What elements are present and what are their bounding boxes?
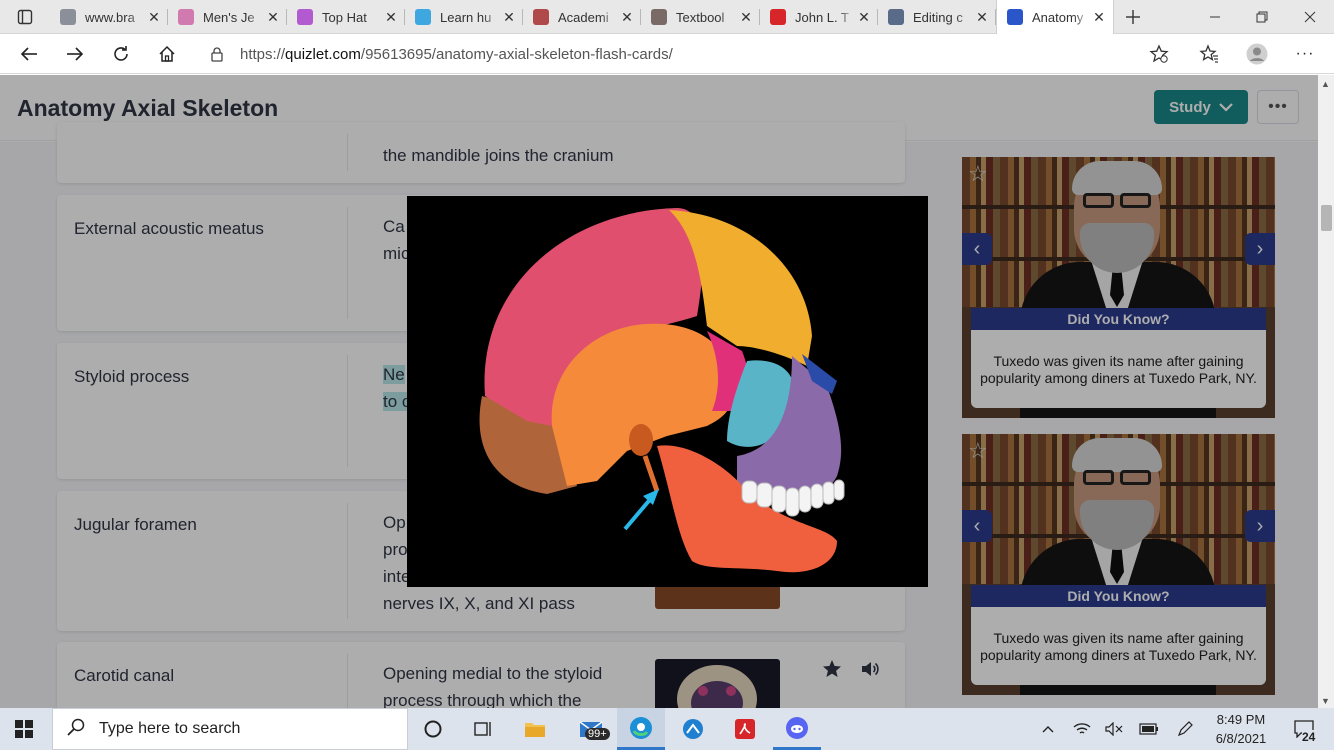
settings-more-icon[interactable]: ··· <box>1285 34 1325 74</box>
minimize-button[interactable] <box>1192 0 1238 34</box>
close-tab-icon[interactable]: ✕ <box>856 9 872 26</box>
tab-label: Top Hat <box>322 9 367 25</box>
acrobat-icon[interactable] <box>721 708 769 750</box>
tray-chevron-up-icon[interactable] <box>1036 708 1060 750</box>
tab-label: www.bra <box>85 9 135 25</box>
file-explorer-icon[interactable] <box>511 708 559 750</box>
tab-label: John L. T <box>795 9 849 25</box>
battery-icon[interactable] <box>1136 708 1162 750</box>
scroll-down-icon[interactable]: ▼ <box>1321 696 1330 706</box>
browser-tab[interactable]: Textbool ✕ <box>641 0 760 34</box>
profile-avatar[interactable] <box>1237 34 1277 74</box>
close-tab-icon[interactable]: ✕ <box>383 9 399 26</box>
notification-count: 24 <box>1302 730 1316 744</box>
windows-taskbar: Type here to search 99+ 8:49 PM 6/8/2021… <box>0 708 1334 750</box>
browser-tab[interactable]: Men's Je ✕ <box>168 0 287 34</box>
url-field[interactable]: https://quizlet.com/95613695/anatomy-axi… <box>196 38 1180 70</box>
tab-actions-icon[interactable] <box>2 0 48 34</box>
taskbar-search-box[interactable]: Type here to search <box>52 708 408 750</box>
page-scrollbar[interactable]: ▲ ▼ <box>1318 75 1334 708</box>
browser-tab[interactable]: Anatomy ✕ <box>996 0 1114 34</box>
add-favorite-icon[interactable] <box>1139 34 1179 74</box>
edge-browser-icon[interactable] <box>617 708 665 750</box>
tab-label: Editing c <box>913 9 963 25</box>
clock-time: 8:49 PM <box>1216 712 1266 727</box>
url-path: /95613695/anatomy-axial-skeleton-flash-c… <box>360 45 673 63</box>
back-button[interactable] <box>9 34 49 74</box>
browser-tab[interactable]: Top Hat ✕ <box>287 0 405 34</box>
favorites-icon[interactable] <box>1189 34 1229 74</box>
wifi-icon[interactable] <box>1070 708 1094 750</box>
tab-label: Anatomy <box>1032 9 1084 25</box>
home-button[interactable] <box>147 34 187 74</box>
close-tab-icon[interactable]: ✕ <box>265 9 281 26</box>
cortana-icon[interactable] <box>409 708 457 750</box>
cloud-icon <box>60 9 76 25</box>
close-tab-icon[interactable]: ✕ <box>619 9 635 26</box>
tab-label: Textbool <box>676 9 725 25</box>
browser-tab[interactable]: Learn hu ✕ <box>405 0 523 34</box>
pen-icon[interactable] <box>1172 708 1198 750</box>
mail-badge: 99+ <box>585 728 610 740</box>
forward-button[interactable] <box>55 34 95 74</box>
close-tab-icon[interactable]: ✕ <box>501 9 517 26</box>
scrollbar-thumb[interactable] <box>1321 205 1332 231</box>
close-tab-icon[interactable]: ✕ <box>146 9 162 26</box>
url-prefix: https:// <box>240 45 286 63</box>
address-bar-row: https://quizlet.com/95613695/anatomy-axi… <box>0 34 1334 74</box>
clock-date: 6/8/2021 <box>1215 731 1267 746</box>
windows-start-icon[interactable] <box>0 708 48 750</box>
editing-icon <box>888 9 904 25</box>
scroll-up-icon[interactable]: ▲ <box>1321 79 1330 89</box>
browser-tab-bar: www.bra ✕ Men's Je ✕ Top Hat ✕ Learn hu ✕ Academ… <box>0 0 1334 34</box>
discord-icon[interactable] <box>773 708 821 750</box>
mail-icon[interactable]: 99+ <box>567 708 615 750</box>
browser-tab[interactable]: Academi ✕ <box>523 0 641 34</box>
url-host: quizlet.com <box>285 45 361 63</box>
lock-icon <box>210 46 224 66</box>
volume-muted-icon[interactable] <box>1102 708 1126 750</box>
textbook-icon <box>651 9 667 25</box>
browser-tab[interactable]: John L. T ✕ <box>760 0 878 34</box>
kohls-icon <box>178 9 194 25</box>
quizlet-icon <box>1007 9 1023 25</box>
k-icon <box>415 9 431 25</box>
enlarged-skull-image[interactable] <box>407 196 928 587</box>
tab-label: Academi <box>558 9 609 25</box>
tophat-icon <box>297 9 313 25</box>
close-tab-icon[interactable]: ✕ <box>1091 9 1107 26</box>
refresh-button[interactable] <box>101 34 141 74</box>
close-tab-icon[interactable]: ✕ <box>738 9 754 26</box>
task-view-icon[interactable] <box>459 708 507 750</box>
notification-center-icon[interactable]: 24 <box>1286 708 1322 750</box>
tab-label: Men's Je <box>203 9 255 25</box>
browser-tab[interactable]: Editing c ✕ <box>878 0 996 34</box>
tab-label: Learn hu <box>440 9 492 25</box>
my-icon <box>533 9 549 25</box>
search-placeholder: Type here to search <box>99 720 241 737</box>
pdf-icon <box>770 9 786 25</box>
clock[interactable]: 8:49 PM 6/8/2021 <box>1206 708 1276 750</box>
browser-tab[interactable]: www.bra ✕ <box>50 0 168 34</box>
new-tab-button[interactable] <box>1110 0 1156 34</box>
close-tab-icon[interactable]: ✕ <box>974 9 990 26</box>
search-icon <box>67 718 85 741</box>
restore-button[interactable] <box>1239 0 1285 34</box>
app-blue-icon[interactable] <box>669 708 717 750</box>
close-window-button[interactable] <box>1287 0 1333 34</box>
